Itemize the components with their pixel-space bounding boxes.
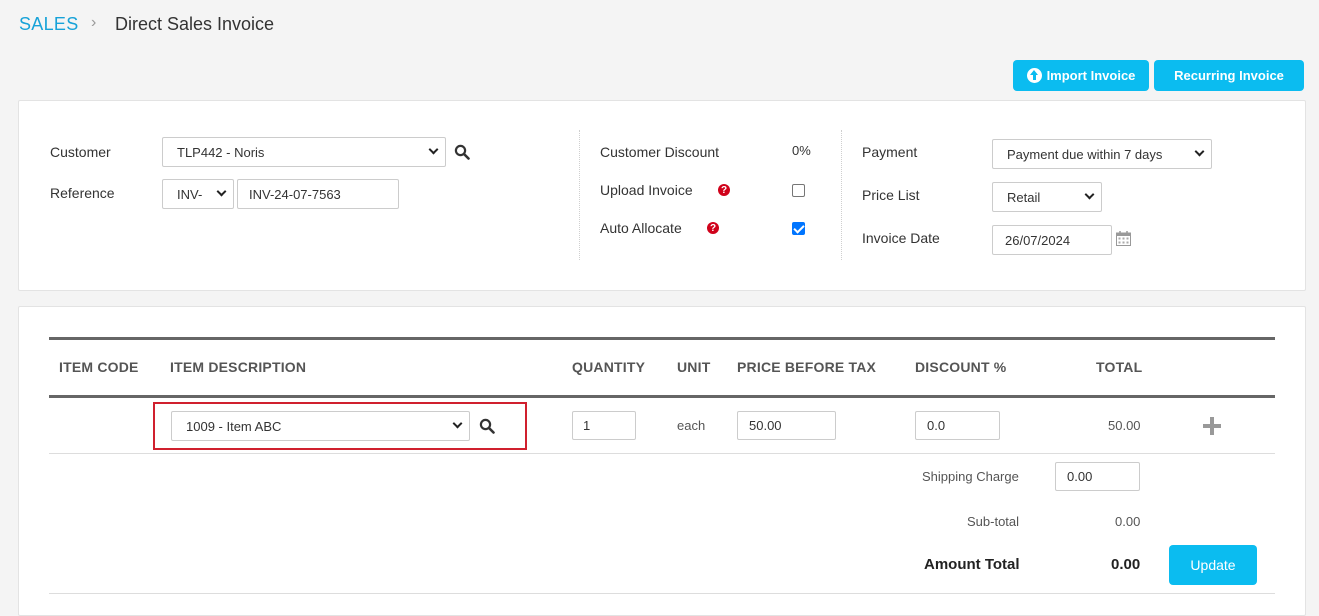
discount-input[interactable]: 0.0 [915,411,1000,440]
discount-value: 0.0 [927,418,946,433]
help-icon[interactable]: ? [707,222,719,234]
price-before-tax-value: 50.00 [749,418,782,433]
subtotal-value: 0.00 [1115,514,1141,529]
table-top-border [49,337,1275,340]
quantity-value: 1 [583,418,591,433]
price-list-select-value: Retail [1007,189,1041,205]
reference-prefix-select[interactable]: INV- [162,179,234,209]
customer-select[interactable]: TLP442 - Noris [162,137,446,167]
upload-circle-icon [1026,68,1042,83]
invoice-date-label: Invoice Date [862,230,940,246]
shipping-charge-value: 0.00 [1067,469,1093,484]
recurring-invoice-label: Recurring Invoice [1174,68,1284,83]
reference-label: Reference [50,185,115,201]
price-list-select[interactable]: Retail [992,182,1102,212]
quantity-input[interactable]: 1 [572,411,636,440]
help-icon[interactable]: ? [718,184,730,196]
search-icon[interactable] [454,144,470,160]
header-total: TOTAL [1096,359,1143,375]
shipping-charge-input[interactable]: 0.00 [1055,462,1140,491]
column-divider [841,130,842,260]
chevron-down-icon [216,186,227,197]
customer-discount-value: 0% [792,143,811,158]
amount-total-label: Amount Total [924,556,1020,573]
import-invoice-label: Import Invoice [1046,68,1136,83]
payment-select[interactable]: Payment due within 7 days [992,139,1212,169]
update-button[interactable]: Update [1169,545,1257,585]
customer-select-value: TLP442 - Noris [177,144,265,160]
upload-invoice-checkbox[interactable] [792,184,805,197]
reference-input[interactable]: INV-24-07-7563 [237,179,399,209]
auto-allocate-label: Auto Allocate [600,220,682,236]
breadcrumb-sales-link[interactable]: SALES [19,14,79,35]
unit-value: each [677,418,706,433]
column-divider [579,130,580,260]
shipping-charge-label: Shipping Charge [922,469,1019,484]
chevron-down-icon [1084,189,1095,200]
table-header-border [49,395,1275,398]
upload-invoice-label: Upload Invoice [600,182,693,198]
reference-input-value: INV-24-07-7563 [249,186,341,202]
breadcrumb-separator: › [91,14,97,31]
payment-select-value: Payment due within 7 days [1007,146,1163,162]
chevron-down-icon [1194,146,1205,157]
payment-label: Payment [862,144,918,160]
header-unit: UNIT [677,359,711,375]
totals-divider [49,593,1275,594]
customer-discount-label: Customer Discount [600,144,720,160]
price-before-tax-input[interactable]: 50.00 [737,411,836,440]
item-description-highlight [153,402,527,450]
header-discount: DISCOUNT % [915,359,1007,375]
update-label: Update [1190,557,1236,573]
customer-label: Customer [50,144,111,160]
invoice-date-input[interactable]: 26/07/2024 [992,225,1112,255]
header-item-description: ITEM DESCRIPTION [170,359,307,375]
auto-allocate-checkbox[interactable] [792,222,805,235]
import-invoice-button[interactable]: Import Invoice [1013,60,1149,91]
header-price-before-tax: PRICE BEFORE TAX [737,359,877,375]
page-title: Direct Sales Invoice [115,14,275,34]
amount-total-value: 0.00 [1111,556,1141,573]
line-total-value: 50.00 [1108,418,1141,433]
invoice-date-value: 26/07/2024 [1005,232,1071,248]
header-quantity: QUANTITY [572,359,646,375]
header-item-code: ITEM CODE [59,359,139,375]
subtotal-label: Sub-total [967,514,1020,529]
row-divider [49,453,1275,454]
plus-icon[interactable] [1203,417,1221,435]
price-list-label: Price List [862,187,920,203]
calendar-icon[interactable] [1116,231,1131,246]
recurring-invoice-button[interactable]: Recurring Invoice [1154,60,1304,91]
reference-prefix-value: INV- [177,186,203,202]
chevron-down-icon [428,144,439,155]
